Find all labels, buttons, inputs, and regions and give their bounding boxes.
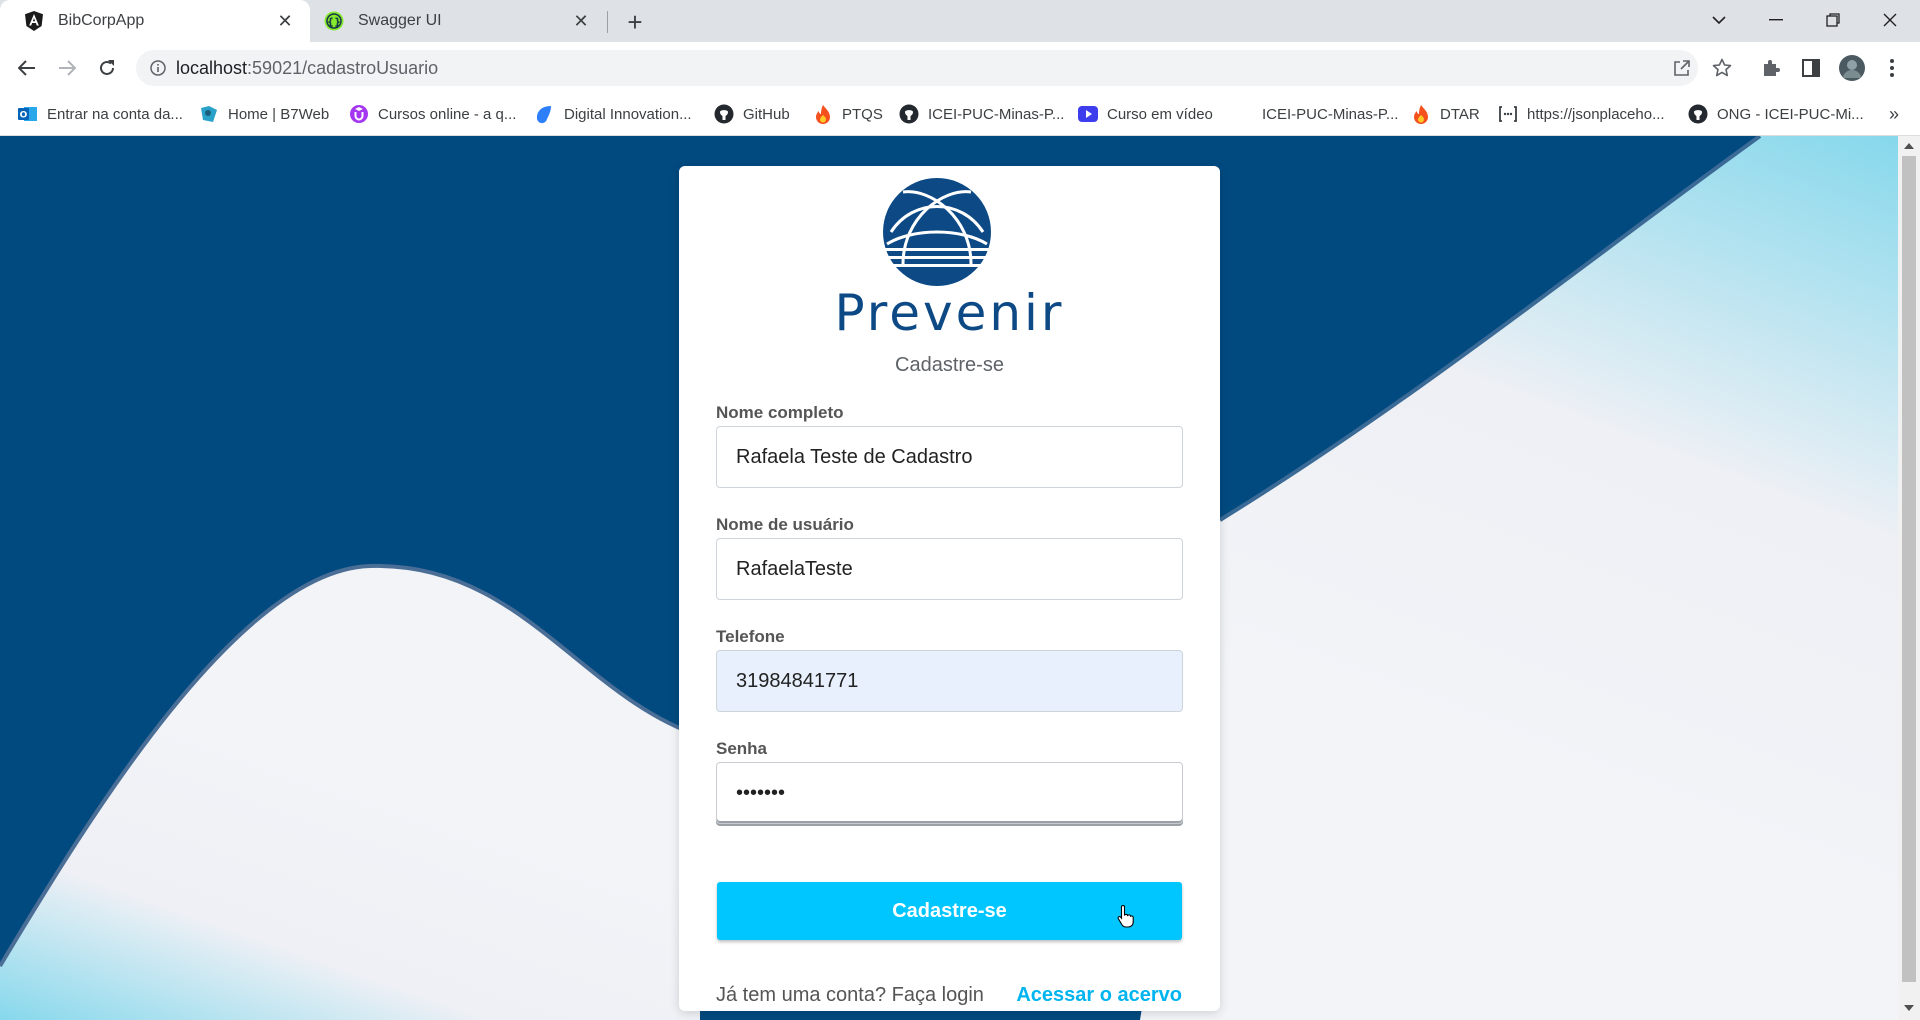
svg-text:{}: {} — [327, 17, 341, 28]
back-button[interactable] — [9, 50, 45, 86]
fire-icon — [1411, 104, 1431, 124]
tab-bibcorpapp[interactable]: BibCorpApp ✕ — [0, 0, 310, 42]
page-subtitle: Cadastre-se — [895, 354, 1004, 376]
hand-cursor-icon — [1117, 904, 1134, 928]
minimize-button[interactable] — [1750, 0, 1802, 40]
bookmarks-bar: O Entrar na conta da... Home | B7Web Cur… — [0, 94, 1920, 136]
bookmark-ong-icei[interactable]: ONG - ICEI-PUC-Mi... — [1688, 94, 1864, 134]
restore-button[interactable] — [1807, 0, 1859, 40]
phone-input[interactable]: 31984841771 — [716, 650, 1183, 712]
prevenir-logo-icon — [883, 178, 991, 286]
bookmark-icei-puc-1[interactable]: ICEI-PUC-Minas-P... — [899, 94, 1064, 134]
b7web-icon — [199, 104, 219, 124]
full-name-input[interactable]: Rafaela Teste de Cadastro — [716, 426, 1183, 488]
scroll-down-arrow-icon[interactable] — [1903, 1002, 1915, 1014]
swagger-icon: {} — [324, 11, 344, 31]
new-tab-button[interactable]: + — [620, 7, 650, 37]
udemy-icon — [349, 104, 369, 124]
phone-label: Telefone — [716, 627, 785, 646]
angular-icon — [24, 11, 44, 31]
site-info-icon[interactable] — [140, 50, 176, 86]
video-icon — [1078, 104, 1098, 124]
profile-avatar[interactable] — [1834, 50, 1870, 86]
tab-strip: BibCorpApp ✕ {} Swagger UI ✕ + — [0, 0, 1920, 42]
bookmark-dtar[interactable]: DTAR — [1411, 94, 1480, 134]
scroll-up-arrow-icon[interactable] — [1903, 140, 1915, 152]
browser-menu-icon[interactable] — [1874, 50, 1910, 86]
bookmark-curso-em-video[interactable]: Curso em vídeo — [1078, 94, 1213, 134]
bookmark-b7web[interactable]: Home | B7Web — [199, 94, 329, 134]
bookmark-star-icon[interactable] — [1704, 50, 1740, 86]
fire-icon — [813, 104, 833, 124]
already-have-account-text: Já tem uma conta? Faça login — [716, 984, 984, 1006]
username-value: RafaelaTeste — [736, 557, 853, 580]
extensions-icon[interactable] — [1753, 50, 1789, 86]
close-tab-icon[interactable]: ✕ — [274, 10, 296, 32]
tab-search-icon[interactable] — [1693, 0, 1745, 40]
page-viewport: Prevenir Cadastre-se Nome completo Rafae… — [0, 136, 1898, 1020]
github-icon — [714, 104, 734, 124]
scroll-thumb[interactable] — [1902, 156, 1916, 982]
page-scrollbar[interactable] — [1898, 136, 1920, 1020]
outlook-icon: O — [18, 104, 38, 124]
url-text: localhost:59021/cadastroUsuario — [176, 57, 439, 78]
github-icon — [1688, 104, 1708, 124]
address-bar[interactable]: localhost:59021/cadastroUsuario — [136, 50, 1698, 86]
svg-text:O: O — [20, 111, 28, 121]
browser-toolbar: localhost:59021/cadastroUsuario — [0, 42, 1920, 94]
bookmark-ptqs[interactable]: PTQS — [813, 94, 883, 134]
phone-value: 31984841771 — [736, 669, 859, 692]
full-name-value: Rafaela Teste de Cadastro — [736, 445, 973, 468]
share-icon[interactable] — [1664, 50, 1700, 86]
side-panel-icon[interactable] — [1793, 50, 1829, 86]
register-button[interactable]: Cadastre-se — [717, 882, 1182, 940]
brand-name: Prevenir — [834, 284, 1065, 342]
register-card: Prevenir Cadastre-se Nome completo Rafae… — [679, 166, 1220, 1011]
full-name-label: Nome completo — [716, 403, 844, 422]
dio-icon — [535, 104, 555, 124]
bookmark-jsonplaceholder[interactable]: https://jsonplaceho... — [1498, 94, 1665, 134]
close-window-button[interactable] — [1864, 0, 1916, 40]
password-input[interactable]: ••••••• — [716, 762, 1183, 824]
reload-button[interactable] — [89, 50, 125, 86]
bookmark-icei-puc-2[interactable]: ICEI-PUC-Minas-P... — [1262, 94, 1398, 134]
password-label: Senha — [716, 739, 768, 758]
tab-swagger-ui[interactable]: {} Swagger UI ✕ — [300, 0, 606, 42]
close-tab-icon[interactable]: ✕ — [570, 10, 592, 32]
bookmark-udemy[interactable]: Cursos online - a q... — [349, 94, 516, 134]
github-icon — [899, 104, 919, 124]
bookmark-outlook[interactable]: O Entrar na conta da... — [18, 94, 183, 134]
tab-separator — [607, 11, 608, 33]
json-icon — [1498, 104, 1518, 124]
forward-button[interactable] — [49, 50, 85, 86]
tab-title: BibCorpApp — [58, 12, 145, 29]
login-link[interactable]: Acessar o acervo — [1016, 984, 1182, 1007]
bookmark-dio[interactable]: Digital Innovation... — [535, 94, 692, 134]
username-label: Nome de usuário — [716, 515, 854, 534]
bookmarks-overflow-icon[interactable]: » — [1882, 102, 1906, 126]
password-value: ••••••• — [736, 781, 786, 804]
username-input[interactable]: RafaelaTeste — [716, 538, 1183, 600]
bookmark-github[interactable]: GitHub — [714, 94, 790, 134]
tab-title: Swagger UI — [358, 12, 442, 29]
